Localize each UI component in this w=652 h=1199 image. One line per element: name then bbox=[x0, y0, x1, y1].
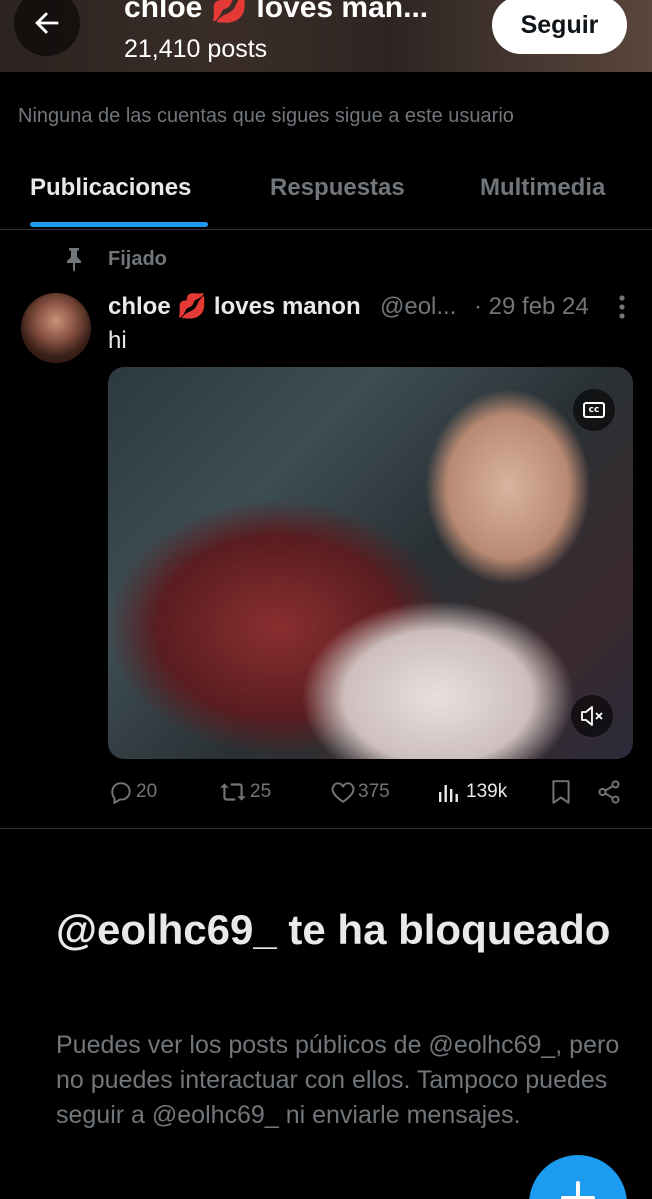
blocked-description: Puedes ver los posts públicos de @eolhc6… bbox=[56, 1031, 620, 1129]
like-button[interactable]: 375 bbox=[330, 776, 390, 808]
more-icon bbox=[619, 295, 625, 319]
tab-respuestas[interactable]: Respuestas bbox=[270, 172, 405, 204]
profile-tabs: Publicaciones Respuestas Multimedia bbox=[0, 150, 652, 230]
pinned-label: Fijado bbox=[108, 248, 167, 270]
profile-page: chloe 💋 loves man... 21,410 posts Seguir… bbox=[0, 0, 652, 1199]
more-options-button[interactable] bbox=[608, 293, 636, 321]
bookmark-button[interactable] bbox=[550, 776, 572, 808]
share-icon bbox=[598, 780, 620, 804]
compose-icon bbox=[561, 1181, 595, 1199]
avatar[interactable] bbox=[21, 293, 91, 363]
back-arrow-icon bbox=[35, 12, 59, 34]
profile-header: chloe 💋 loves man... 21,410 posts Seguir bbox=[0, 0, 652, 72]
tab-publicaciones[interactable]: Publicaciones bbox=[30, 172, 191, 204]
followers-you-know-note: Ninguna de las cuentas que sigues sigue … bbox=[18, 105, 514, 127]
repost-count: 25 bbox=[250, 781, 272, 802]
captions-icon: cc bbox=[583, 402, 605, 418]
share-button[interactable] bbox=[596, 776, 622, 808]
pin-icon bbox=[67, 248, 81, 272]
views-icon bbox=[439, 785, 458, 802]
views-count: 139k bbox=[466, 781, 508, 802]
blocked-title: @eolhc69_ te ha bloqueado bbox=[56, 906, 611, 953]
back-button[interactable] bbox=[14, 0, 80, 56]
post-header: chloe 💋 loves manon @eol... · 29 feb 24 bbox=[108, 291, 638, 323]
views-button[interactable]: 139k bbox=[438, 776, 507, 808]
reply-count: 20 bbox=[136, 781, 158, 802]
post-author-handle[interactable]: @eol... bbox=[380, 291, 456, 323]
post-date[interactable]: · 29 feb 24 bbox=[474, 291, 589, 323]
repost-button[interactable]: 25 bbox=[218, 776, 271, 808]
mute-button[interactable] bbox=[571, 695, 613, 737]
tab-multimedia[interactable]: Multimedia bbox=[480, 172, 605, 204]
repost-icon bbox=[220, 783, 246, 801]
compose-button[interactable] bbox=[529, 1155, 627, 1199]
header-display-name: chloe 💋 loves man... bbox=[124, 0, 429, 24]
pinned-indicator: Fijado bbox=[62, 246, 167, 272]
post-video[interactable]: cc bbox=[108, 367, 633, 759]
reply-button[interactable]: 20 bbox=[108, 776, 157, 808]
reply-icon bbox=[111, 782, 131, 805]
follow-button[interactable]: Seguir bbox=[492, 0, 627, 54]
mute-icon bbox=[581, 706, 603, 726]
like-icon bbox=[331, 782, 355, 803]
post-text: hi bbox=[108, 327, 127, 354]
like-count: 375 bbox=[358, 781, 390, 802]
captions-button[interactable]: cc bbox=[573, 389, 615, 431]
active-tab-indicator bbox=[30, 222, 208, 227]
post-actions: 20 25 375 139k bbox=[108, 776, 628, 808]
header-post-count: 21,410 posts bbox=[124, 35, 268, 63]
section-divider bbox=[0, 828, 652, 829]
post-author-name[interactable]: chloe 💋 loves manon bbox=[108, 291, 361, 323]
bookmark-icon bbox=[552, 780, 570, 804]
